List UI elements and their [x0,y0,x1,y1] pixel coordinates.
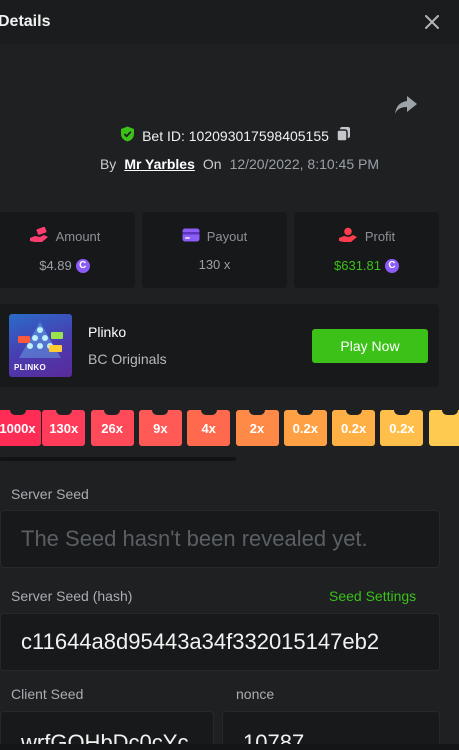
profit-card: Profit $631.81 C [294,212,439,288]
panel-title: Details [0,13,51,30]
by-label: By [99,156,117,172]
game-provider: BC Originals [88,351,167,367]
multiplier-chip[interactable]: 0.2x [380,410,424,446]
multiplier-bar: 1000x 130x 26x 9x 4x 2x 0.2x 0.2x 0.2x [0,410,459,448]
multiplier-chip[interactable]: 9x [138,410,182,446]
multiplier-chip[interactable]: 130x [42,410,86,446]
chip-notch [442,410,459,415]
on-label: On [202,156,222,172]
bet-details-panel: Details Bet ID: 102093017598405155 By Mr… [0,0,459,750]
chip-notch [393,410,410,415]
server-seed-hash-label: Server Seed (hash) [11,588,133,604]
bet-meta-row: By Mr Yarbles On 12/20/2022, 8:10:45 PM [0,156,459,172]
bet-id-row: Bet ID: 102093017598405155 [0,126,459,145]
card-icon [182,228,200,245]
money-hand-icon [29,226,49,246]
payout-card: Payout 130 x [142,212,287,288]
chip-notch [55,410,72,415]
chip-notch [152,410,169,415]
amount-value: $4.89 [39,258,72,273]
nonce-label: nonce [236,686,275,702]
horizontal-scrollbar[interactable] [0,457,236,461]
profit-hand-icon [338,227,358,246]
thumb-text: PLINKO [14,363,47,372]
multiplier-chip[interactable]: 0.2x [332,410,376,446]
multiplier-chip[interactable]: 2x [235,410,279,446]
plinko-thumbnail[interactable]: PLINKO [9,314,72,377]
copy-icon[interactable] [336,126,351,145]
multiplier-chip[interactable]: 0.2x [283,410,327,446]
bet-stats: Amount $4.89 C Payout 130 x Profit $631.… [0,212,439,288]
payout-value: 130 x [198,257,231,272]
play-now-button[interactable]: Play Now [312,329,428,363]
profit-label: Profit [364,229,396,244]
coin-icon: C [75,258,90,273]
chip-notch [249,410,265,415]
share-icon[interactable] [393,94,419,116]
shield-check-icon [120,126,135,145]
server-seed-hash-field[interactable]: c11644a8d95443a34f332015147eb2 [0,613,440,671]
details-header: Details [0,0,459,44]
amount-label: Amount [55,229,101,244]
multiplier-chip[interactable]: 26x [90,410,134,446]
amount-card: Amount $4.89 C [0,212,135,288]
coin-icon: C [385,258,399,273]
multiplier-chip[interactable]: 1000x [0,410,41,446]
close-icon[interactable] [417,7,447,37]
client-seed-label: Client Seed [11,686,84,702]
chip-notch [104,410,121,415]
user-link[interactable]: Mr Yarbles [124,156,195,172]
bottom-edge [0,744,459,750]
chip-notch [9,410,26,415]
chip-notch [297,410,314,415]
chip-notch [200,410,217,415]
game-name[interactable]: Plinko [88,324,126,340]
payout-label: Payout [206,229,248,244]
multiplier-chip[interactable]: 4x [187,410,231,446]
bet-datetime: 12/20/2022, 8:10:45 PM [229,156,380,172]
profit-value: $631.81 [334,258,381,273]
seed-settings-link[interactable]: Seed Settings [329,588,416,604]
bet-id: Bet ID: 102093017598405155 [142,127,329,144]
server-seed-field: The Seed hasn't been revealed yet. [0,510,440,568]
chip-notch [345,410,362,415]
multiplier-chip[interactable] [428,410,459,446]
server-seed-label: Server Seed [11,486,89,502]
game-card: PLINKO Plinko BC Originals Play Now [0,304,439,387]
